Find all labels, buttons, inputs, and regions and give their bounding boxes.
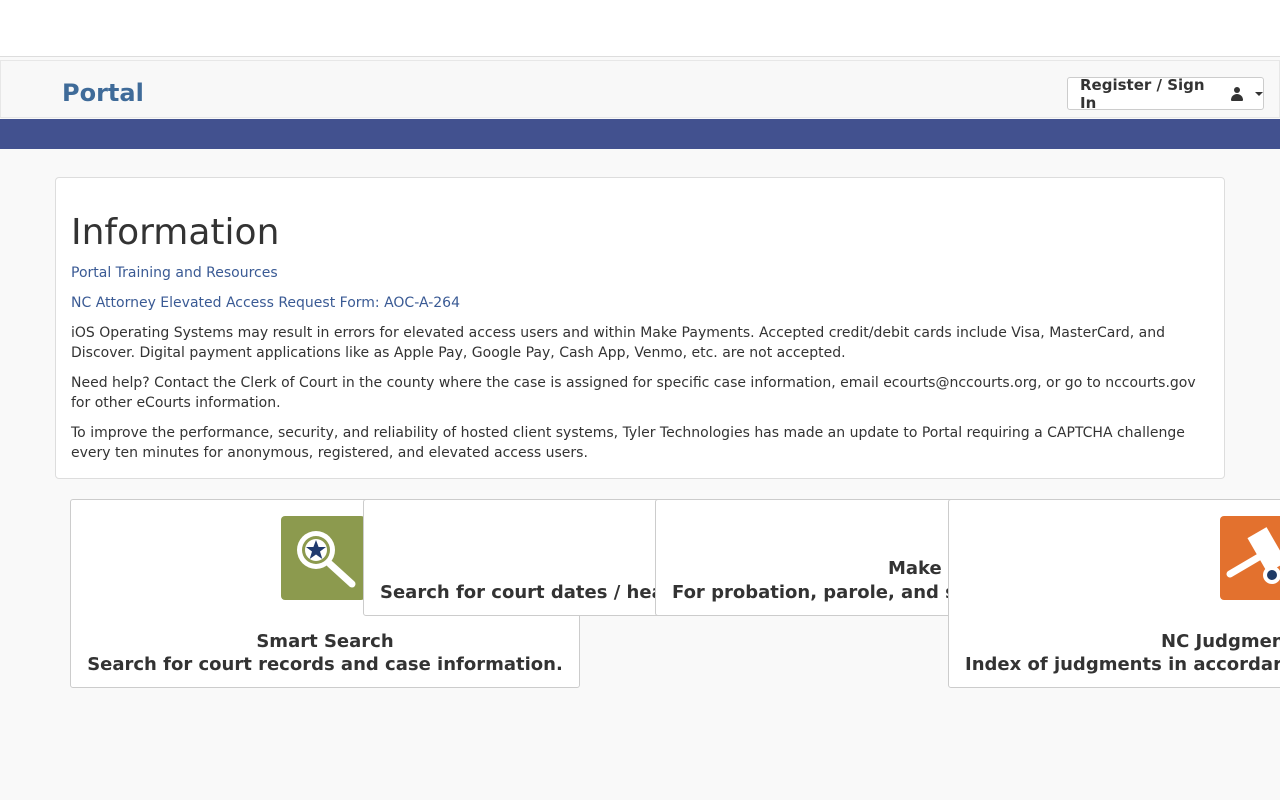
make-payments-tile[interactable]: Make For probation, parole, and s (655, 499, 965, 616)
user-icon (1231, 86, 1244, 101)
court-dates-tile[interactable]: Search for court dates / hea (363, 499, 673, 616)
help-contact-notice: Need help? Contact the Clerk of Court in… (71, 375, 1196, 411)
information-panel: Information Portal Training and Resource… (55, 177, 1225, 479)
nc-judgments-title: NC Judgmen (1161, 631, 1280, 652)
ios-payment-notice: iOS Operating Systems may result in erro… (71, 325, 1165, 361)
browser-top-strip (0, 0, 1280, 57)
smart-search-description: Search for court records and case inform… (87, 654, 563, 675)
captcha-notice: To improve the performance, security, an… (71, 425, 1185, 461)
blue-banner-bar (0, 119, 1280, 149)
signin-label: Register / Sign In (1080, 75, 1205, 112)
attorney-access-form-link[interactable]: NC Attorney Elevated Access Request Form… (71, 293, 460, 313)
court-dates-description: Search for court dates / hea (380, 582, 664, 603)
smart-search-title: Smart Search (256, 631, 394, 652)
nc-judgments-description: Index of judgments in accordar (965, 654, 1280, 675)
portal-brand-link[interactable]: Portal (62, 79, 144, 107)
gavel-icon (1220, 516, 1280, 600)
make-payments-title: Make (888, 558, 942, 579)
header-navbar: Portal Register / Sign In (0, 60, 1280, 118)
magnifier-star-icon (281, 516, 365, 600)
make-payments-description: For probation, parole, and s (672, 582, 956, 603)
portal-training-link[interactable]: Portal Training and Resources (71, 263, 278, 283)
nc-judgments-tile[interactable]: NC Judgmen Index of judgments in accorda… (948, 499, 1280, 688)
caret-down-icon (1255, 91, 1263, 96)
register-signin-dropdown[interactable]: Register / Sign In (1067, 75, 1264, 112)
information-heading: Information (71, 212, 280, 253)
